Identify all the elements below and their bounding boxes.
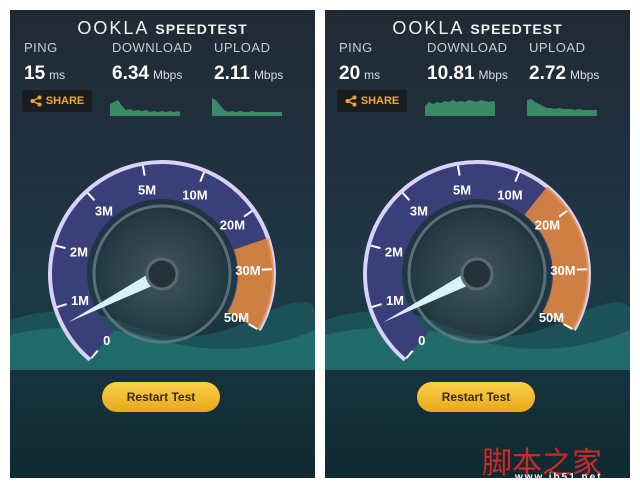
gauge-tick-label: 50M [224,310,249,325]
upload-metric: UPLOAD 2.11 Mbps [214,40,283,85]
ookla-logo: OOKLA SPEEDTEST [325,18,630,39]
download-label: DOWNLOAD [112,40,193,55]
download-unit: Mbps [152,68,183,82]
download-value: 6.34 [112,63,149,84]
gauge-tick-label: 3M [410,204,428,219]
gauge-tick-label: 10M [497,188,522,203]
ping-unit: ms [364,68,381,82]
upload-value: 2.11 [214,63,250,84]
ping-label: PING [24,40,58,55]
upload-metric: UPLOAD 2.72 Mbps [529,40,599,85]
gauge-tick-label: 0 [418,333,425,348]
ping-value: 15 [24,63,46,84]
logo-product: SPEEDTEST [155,21,248,37]
share-label: SHARE [45,95,85,107]
upload-value: 2.72 [529,63,566,84]
gauge-hub [460,257,494,291]
restart-test-button[interactable]: Restart Test [102,382,220,412]
ping-metric: PING 20 ms [339,40,380,85]
logo-product: SPEEDTEST [470,21,563,37]
download-metric: DOWNLOAD 10.81 Mbps [427,40,508,85]
download-value: 10.81 [427,63,475,84]
upload-sparkline [527,99,597,116]
ping-label: PING [339,40,373,55]
share-button[interactable]: SHARE [22,90,92,112]
speed-gauge: 0 1M 2M 3M 5M 10M 20M 30M 50M [325,160,630,370]
gauge-tick-label: 2M [70,245,88,260]
gauge-tick-label: 3M [95,204,113,219]
share-button[interactable]: SHARE [337,90,407,112]
speedtest-panel-right: OOKLA SPEEDTEST PING 20 ms DOWNLOAD 10.81 M… [325,10,630,478]
restart-test-button[interactable]: Restart Test [417,382,535,412]
logo-brand: OOKLA [77,18,150,38]
share-label: SHARE [360,95,400,107]
download-sparkline [425,100,495,116]
gauge-hub [145,257,179,291]
upload-label: UPLOAD [214,40,271,55]
upload-label: UPLOAD [529,40,586,55]
upload-unit: Mbps [253,68,284,82]
speed-gauge: 0 1M 2M 3M 5M 10M 20M 30M 50M [10,160,315,370]
gauge-tick-label: 2M [385,245,403,260]
logo-brand: OOKLA [392,18,465,38]
gauge-tick-label: 1M [386,293,404,308]
gauge-tick-label: 20M [535,218,560,233]
download-unit: Mbps [478,68,508,82]
gauge-tick-label: 5M [138,182,156,197]
ookla-logo: OOKLA SPEEDTEST [10,18,315,39]
upload-unit: Mbps [569,68,600,82]
speedtest-panel-left: OOKLA SPEEDTEST PING 15 ms DOWNLOAD 6.34 Mb… [10,10,315,478]
gauge-tick-label: 1M [71,293,89,308]
ping-value: 20 [339,63,361,84]
gauge-tick-label: 0 [103,333,110,348]
download-label: DOWNLOAD [427,40,508,55]
download-sparkline [110,100,180,116]
ping-unit: ms [49,68,66,82]
gauge-tick-label: 5M [453,182,471,197]
upload-sparkline [212,98,282,116]
watermark-url: www.jb51.net [515,472,603,483]
download-metric: DOWNLOAD 6.34 Mbps [112,40,193,85]
share-icon [345,95,357,107]
share-icon [30,95,42,107]
ping-metric: PING 15 ms [24,40,65,85]
gauge-tick-label: 30M [550,263,575,278]
gauge-tick-label: 30M [235,263,260,278]
gauge-tick-label: 50M [539,310,564,325]
gauge-tick-label: 20M [220,218,245,233]
gauge-tick-label: 10M [182,188,207,203]
